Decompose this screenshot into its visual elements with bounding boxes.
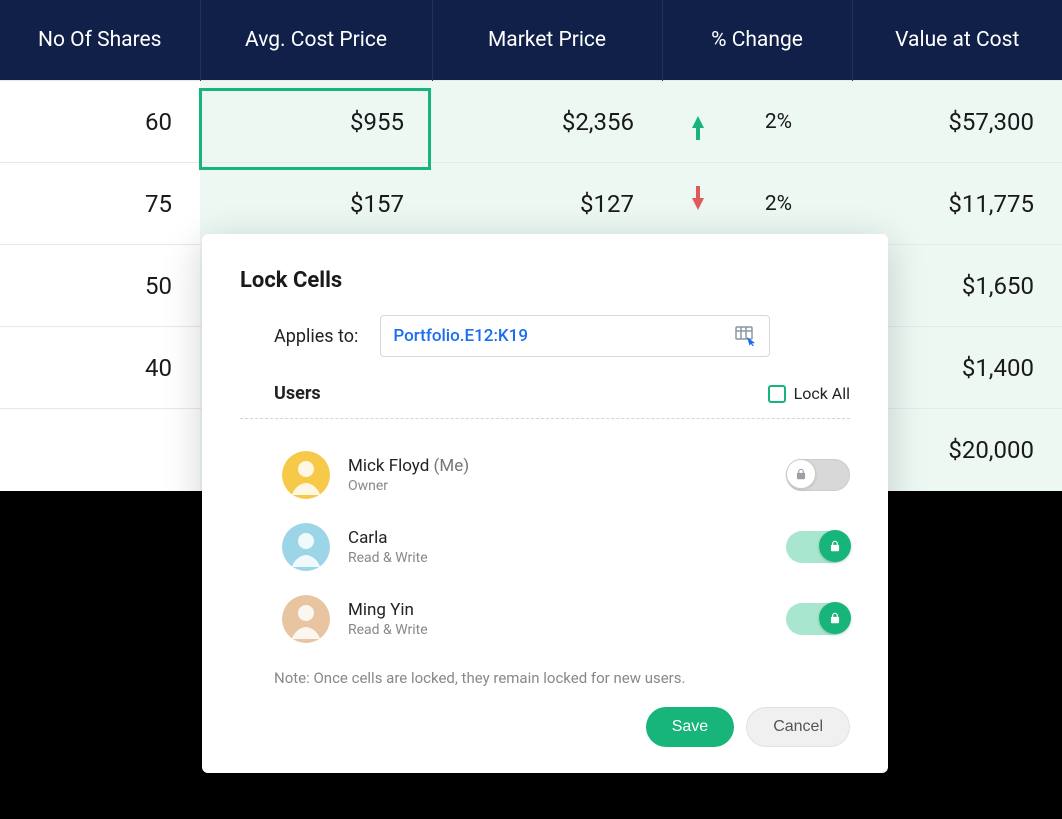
col-header-avg-cost[interactable]: Avg. Cost Price — [200, 0, 432, 81]
section-separator — [240, 418, 850, 419]
change-value: 2% — [765, 110, 792, 134]
range-input[interactable]: Portfolio.E12:K19 — [380, 315, 770, 357]
user-row: Ming Yin Read & Write — [240, 583, 850, 655]
lock-toggle[interactable] — [786, 603, 850, 635]
range-value: Portfolio.E12:K19 — [393, 326, 528, 346]
cancel-button[interactable]: Cancel — [746, 707, 850, 747]
avatar — [282, 523, 330, 571]
cell-percent-change[interactable]: 2% — [662, 81, 852, 163]
lock-cells-note: Note: Once cells are locked, they remain… — [240, 669, 850, 687]
cell-market-price[interactable]: $127 — [432, 163, 662, 245]
user-role: Owner — [348, 478, 469, 494]
arrow-up-icon — [692, 116, 704, 128]
lock-all-label: Lock All — [794, 384, 850, 403]
applies-to-label: Applies to: — [274, 326, 358, 347]
lock-toggle[interactable] — [786, 459, 850, 491]
cell-avg-cost[interactable]: $955 — [200, 81, 432, 163]
lock-icon — [786, 459, 816, 489]
col-header-shares[interactable]: No Of Shares — [0, 0, 200, 81]
cell-shares[interactable]: 40 — [0, 327, 200, 409]
cell-shares[interactable] — [0, 409, 200, 491]
cell-percent-change[interactable]: 2% — [662, 163, 852, 245]
user-role: Read & Write — [348, 622, 428, 638]
change-value: 2% — [765, 192, 792, 216]
range-picker-icon[interactable] — [735, 326, 757, 346]
user-name: Carla — [348, 528, 428, 548]
lock-icon — [819, 602, 851, 634]
user-role: Read & Write — [348, 550, 428, 566]
cell-value-at-cost[interactable]: $11,775 — [852, 163, 1062, 245]
dialog-title: Lock Cells — [240, 268, 850, 293]
avatar — [282, 595, 330, 643]
table-row[interactable]: 60$955$2,356 2% $57,300 — [0, 81, 1062, 163]
cell-shares[interactable]: 50 — [0, 245, 200, 327]
user-row: Mick Floyd (Me) Owner — [240, 439, 850, 511]
user-name: Ming Yin — [348, 600, 428, 620]
lock-cells-dialog: Lock Cells Applies to: Portfolio.E12:K19… — [202, 234, 888, 773]
user-name: Mick Floyd (Me) — [348, 456, 469, 476]
user-row: Carla Read & Write — [240, 511, 850, 583]
arrow-down-icon — [692, 198, 704, 210]
avatar — [282, 451, 330, 499]
save-button[interactable]: Save — [646, 707, 734, 747]
lock-toggle[interactable] — [786, 531, 850, 563]
cell-value-at-cost[interactable]: $57,300 — [852, 81, 1062, 163]
lock-all-row[interactable]: Lock All — [768, 384, 850, 403]
cell-shares[interactable]: 60 — [0, 81, 200, 163]
user-me-label: (Me) — [429, 456, 469, 476]
cell-market-price[interactable]: $2,356 — [432, 81, 662, 163]
cell-avg-cost[interactable]: $157 — [200, 163, 432, 245]
lock-icon — [819, 530, 851, 562]
table-row[interactable]: 75$157$127 2% $11,775 — [0, 163, 1062, 245]
cell-shares[interactable]: 75 — [0, 163, 200, 245]
lock-all-checkbox[interactable] — [768, 385, 786, 403]
col-header-percent-change[interactable]: % Change — [662, 0, 852, 81]
col-header-value-at-cost[interactable]: Value at Cost — [852, 0, 1062, 81]
users-section-title: Users — [240, 383, 321, 404]
col-header-market-price[interactable]: Market Price — [432, 0, 662, 81]
